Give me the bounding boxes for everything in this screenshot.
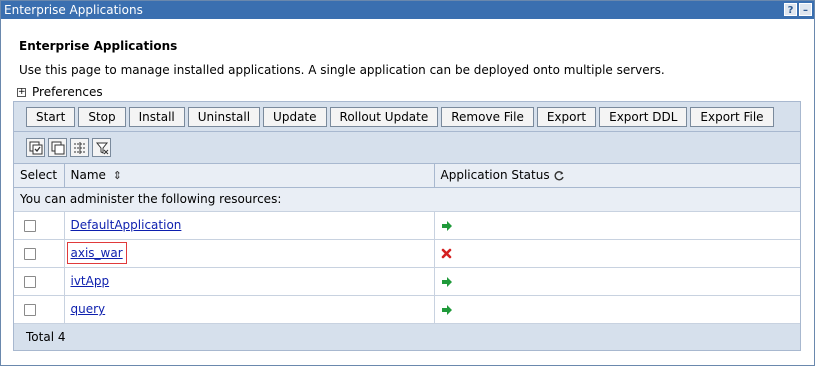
- window-title: Enterprise Applications: [4, 3, 143, 17]
- start-button[interactable]: Start: [26, 106, 76, 127]
- stop-button[interactable]: Stop: [78, 106, 126, 127]
- refresh-icon[interactable]: [553, 170, 565, 182]
- remove-file-button[interactable]: Remove File: [441, 106, 534, 127]
- started-arrow-icon: [441, 276, 452, 287]
- expand-icon[interactable]: +: [17, 87, 26, 97]
- show-filter-icon[interactable]: [70, 138, 89, 157]
- help-button[interactable]: ?: [784, 3, 797, 16]
- app-link-ivtapp[interactable]: ivtApp: [71, 274, 110, 288]
- export-file-button[interactable]: Export File: [690, 106, 774, 127]
- update-button[interactable]: Update: [263, 106, 327, 127]
- export-ddl-button[interactable]: Export DDL: [599, 106, 688, 127]
- table-row: ivtApp: [14, 267, 800, 296]
- select-checkbox[interactable]: [24, 303, 36, 316]
- install-button[interactable]: Install: [128, 106, 185, 127]
- action-toolbar: Start Stop Install Uninstall Update Roll…: [14, 102, 800, 132]
- select-checkbox[interactable]: [24, 219, 36, 232]
- select-all-icon[interactable]: [26, 138, 45, 157]
- export-button[interactable]: Export: [536, 106, 597, 127]
- started-arrow-icon: [441, 220, 452, 231]
- table-row: DefaultApplication: [14, 211, 800, 240]
- total-count: Total 4: [14, 323, 800, 350]
- sort-icon[interactable]: ⇕: [113, 169, 122, 182]
- select-column-header: Select: [14, 164, 65, 188]
- clear-filter-icon[interactable]: [92, 138, 111, 157]
- app-link-query[interactable]: query: [71, 302, 106, 316]
- page-description: Use this page to manage installed applic…: [19, 63, 665, 77]
- minimize-button[interactable]: –: [799, 3, 812, 16]
- started-arrow-icon: [441, 304, 452, 315]
- app-link-axis-war[interactable]: axis_war: [66, 242, 127, 264]
- window-titlebar: Enterprise Applications ? –: [1, 1, 814, 19]
- uninstall-button[interactable]: Uninstall: [187, 106, 261, 127]
- table-row: query: [14, 295, 800, 324]
- rollout-update-button[interactable]: Rollout Update: [329, 106, 439, 127]
- table-row: axis_war: [14, 239, 800, 268]
- name-column-header[interactable]: Name ⇕: [64, 164, 435, 188]
- admin-message: You can administer the following resourc…: [14, 187, 800, 212]
- app-link-defaultapplication[interactable]: DefaultApplication: [71, 218, 182, 232]
- applications-table: Select Name ⇕ Application Status You can…: [14, 164, 800, 350]
- stopped-x-icon: [441, 248, 451, 259]
- preferences-toggle[interactable]: + Preferences: [17, 85, 814, 99]
- enterprise-applications-portlet: Enterprise Applications ? – Enterprise A…: [0, 0, 815, 366]
- deselect-all-icon[interactable]: [48, 138, 67, 157]
- page-title: Enterprise Applications: [19, 39, 178, 53]
- applications-panel: Start Stop Install Uninstall Update Roll…: [13, 101, 801, 351]
- icon-toolbar: [14, 132, 800, 164]
- select-checkbox[interactable]: [24, 247, 36, 260]
- preferences-label[interactable]: Preferences: [32, 85, 103, 99]
- select-checkbox[interactable]: [24, 275, 36, 288]
- status-column-header[interactable]: Application Status: [434, 164, 800, 188]
